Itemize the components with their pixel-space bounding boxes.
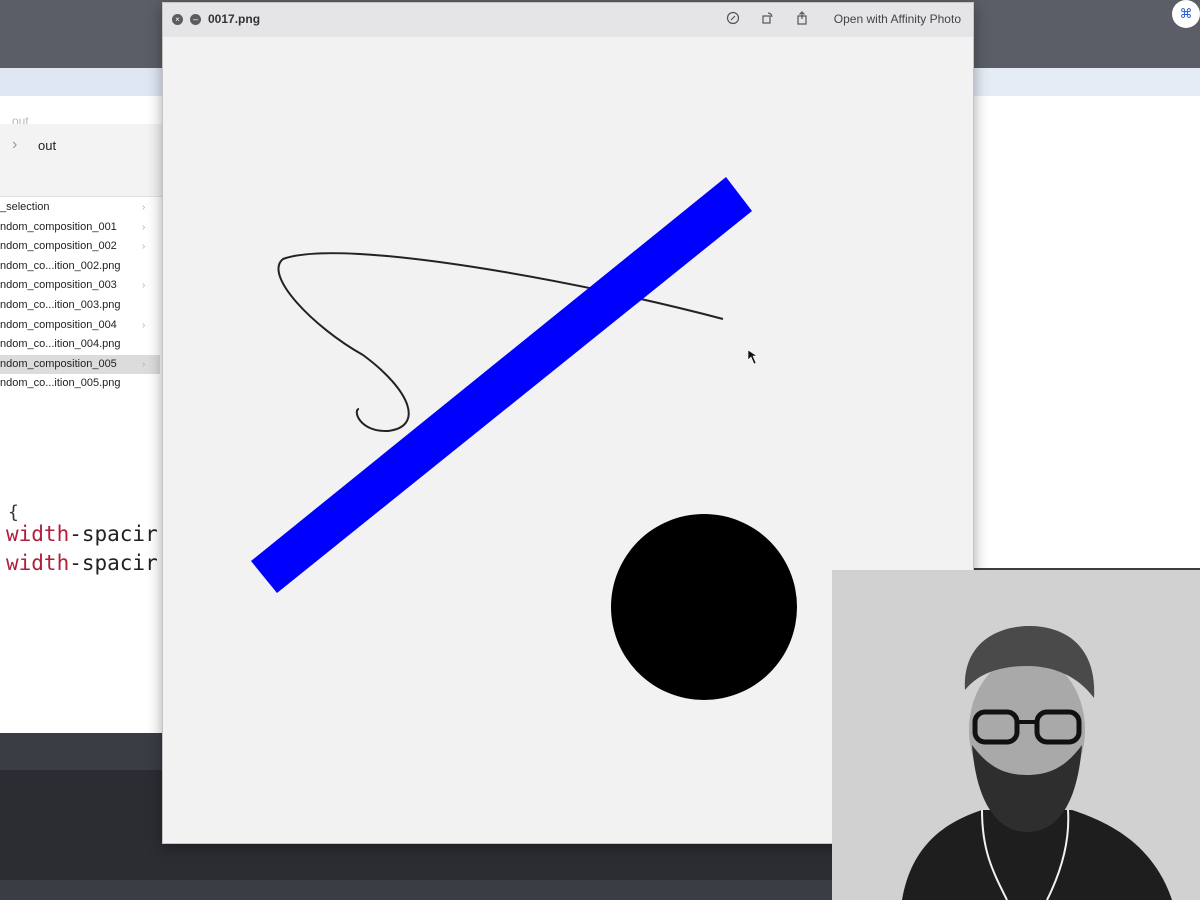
code-text: -spacir bbox=[69, 522, 158, 546]
background-window-bar bbox=[960, 68, 1200, 96]
code-line: width-spacir bbox=[6, 551, 158, 575]
disclosure-arrow-icon: › bbox=[142, 202, 146, 213]
code-text: -spacir bbox=[69, 551, 158, 575]
disclosure-arrow-icon: › bbox=[142, 358, 146, 370]
list-item-label: ndom_co...ition_003.png bbox=[0, 298, 121, 311]
webcam-overlay bbox=[832, 570, 1200, 900]
finder-path-bar: › out bbox=[0, 124, 175, 197]
close-icon[interactable]: × bbox=[172, 14, 183, 25]
app-icon[interactable]: ⌘ bbox=[1172, 0, 1200, 28]
disclosure-arrow-icon: › bbox=[142, 319, 146, 331]
list-item-selected[interactable]: ndom_composition_005 › bbox=[0, 354, 160, 375]
markup-icon[interactable] bbox=[725, 11, 741, 27]
finder-path-label: out bbox=[38, 138, 57, 153]
list-item[interactable]: ndom_co...ition_004.png bbox=[0, 335, 160, 355]
list-item[interactable]: ndom_composition_004 › bbox=[0, 316, 160, 336]
list-item[interactable]: ndom_co...ition_005.png bbox=[0, 374, 160, 394]
share-icon[interactable] bbox=[794, 11, 810, 27]
background-window bbox=[960, 68, 1200, 568]
disclosure-arrow-icon: › bbox=[142, 280, 146, 292]
window-title: 0017.png bbox=[208, 12, 261, 26]
rotate-icon[interactable] bbox=[759, 11, 775, 27]
list-item-label: ndom_composition_003 bbox=[0, 279, 117, 292]
list-item-label: ndom_composition_004 bbox=[0, 318, 117, 331]
list-item-label: _selection bbox=[0, 201, 50, 213]
black-circle bbox=[611, 514, 797, 700]
list-item-label: ndom_co...ition_005.png bbox=[0, 377, 121, 390]
open-with-button[interactable]: Open with Affinity Photo bbox=[834, 12, 961, 26]
code-brace: { bbox=[8, 502, 19, 523]
preview-titlebar: × – 0017.png Open with Affinity Photo bbox=[163, 3, 973, 38]
disclosure-arrow-icon: › bbox=[142, 221, 146, 233]
code-line: width-spacir bbox=[6, 522, 158, 546]
list-item[interactable]: ndom_co...ition_003.png bbox=[0, 296, 160, 316]
file-list: _selection › ndom_composition_001 › ndom_c… bbox=[0, 198, 160, 394]
list-item-label: ndom_composition_005 bbox=[0, 357, 117, 370]
list-item-label: ndom_composition_002 bbox=[0, 240, 117, 253]
presenter-video bbox=[832, 570, 1200, 900]
list-item[interactable]: ndom_composition_003 › bbox=[0, 276, 160, 296]
disclosure-arrow-icon: › bbox=[142, 241, 146, 253]
list-item[interactable]: ndom_co...ition_002.png bbox=[0, 257, 160, 277]
list-item[interactable]: _selection › bbox=[0, 198, 160, 218]
chevron-right-icon[interactable]: › bbox=[12, 136, 17, 154]
list-item-label: ndom_co...ition_004.png bbox=[0, 338, 121, 351]
list-item-label: ndom_co...ition_002.png bbox=[0, 259, 121, 272]
finder-window: out › out _selection › ndom_composition_0… bbox=[0, 68, 175, 498]
code-editor[interactable]: { width-spacir width-spacir bbox=[0, 498, 175, 733]
code-keyword: width bbox=[6, 522, 70, 546]
list-item[interactable]: ndom_composition_001 › bbox=[0, 218, 160, 238]
finder-top-strip bbox=[0, 68, 175, 96]
list-item[interactable]: ndom_composition_002 › bbox=[0, 237, 160, 257]
code-keyword: width bbox=[6, 551, 70, 575]
minimize-icon[interactable]: – bbox=[190, 14, 201, 25]
list-item-label: ndom_composition_001 bbox=[0, 220, 117, 233]
